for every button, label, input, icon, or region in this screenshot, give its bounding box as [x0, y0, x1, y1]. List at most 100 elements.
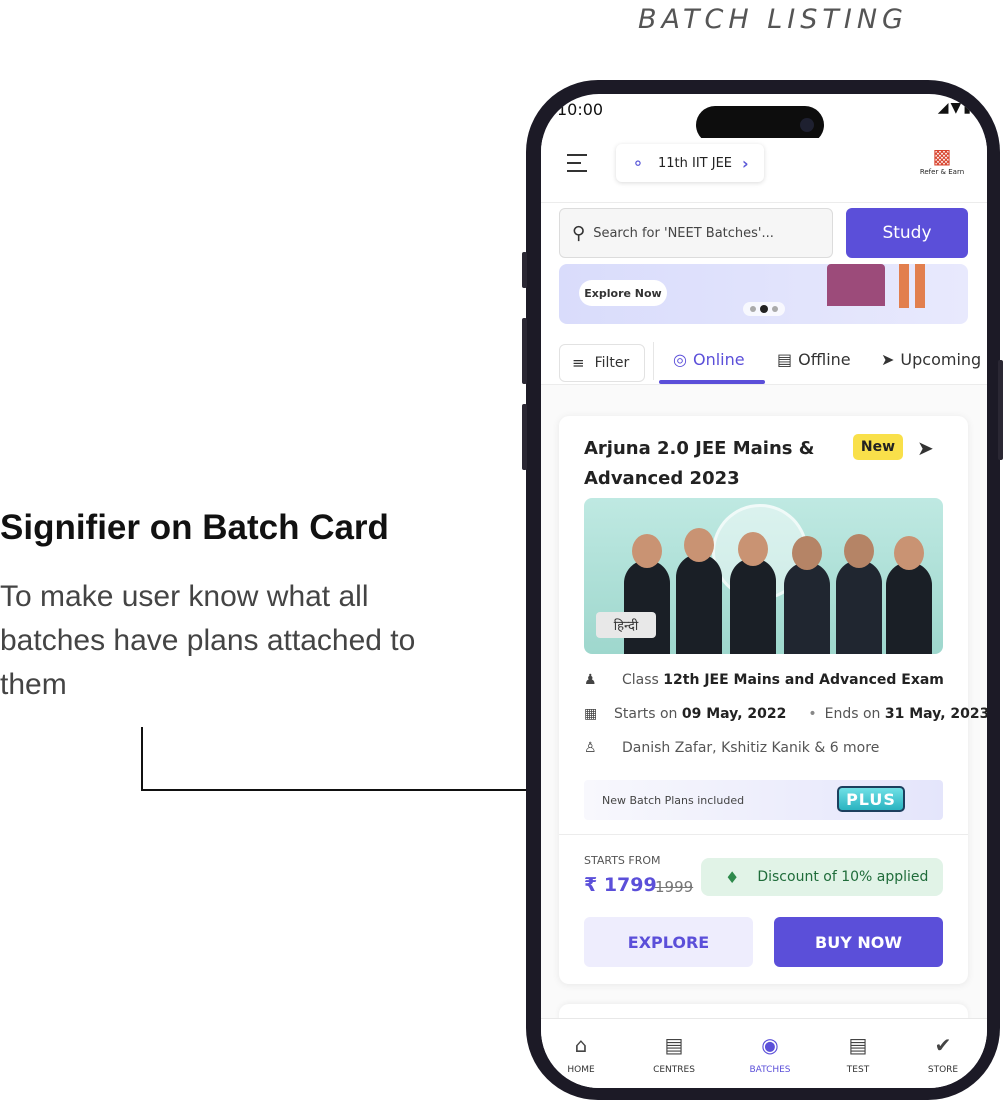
phone-volume-up: [522, 318, 527, 384]
starts-prefix: Starts on: [614, 706, 678, 722]
dates-info-row: ▦ Starts on 09 May, 2022 • Ends on 31 Ma…: [584, 706, 987, 722]
globe-icon: ◎: [673, 350, 687, 369]
teacher-figure: [886, 536, 932, 654]
tab-online[interactable]: ◎ Online: [673, 350, 745, 369]
carousel-dot-active: [760, 305, 768, 313]
banner-illustration-leg: [915, 264, 925, 308]
batch-card[interactable]: Arjuna 2.0 JEE Mains & Advanced 2023 New…: [559, 416, 987, 984]
card-divider: [559, 834, 968, 835]
ends-prefix: Ends on: [824, 706, 881, 722]
new-badge: New: [853, 434, 903, 460]
home-icon: ⌂: [574, 1033, 588, 1057]
camera-icon: [800, 118, 814, 132]
nav-store-label: STORE: [927, 1065, 959, 1075]
annotation-connector-horizontal: [141, 789, 578, 791]
plus-badge: PLUS: [837, 786, 905, 812]
teacher-figure: [784, 536, 830, 654]
explore-button[interactable]: EXPLORE: [584, 917, 753, 967]
search-placeholder: Search for 'NEET Batches'...: [593, 225, 774, 241]
nav-centres-label: CENTRES: [653, 1065, 695, 1075]
nav-centres[interactable]: ▤ CENTRES: [642, 1033, 706, 1075]
student-icon: ♟: [584, 672, 597, 688]
promo-banner[interactable]: Explore Now: [559, 264, 968, 324]
app-header: ⚬ 11th IIT JEE › ▩ Refer & Earn: [541, 138, 987, 202]
share-icon[interactable]: ➤: [917, 436, 934, 460]
batch-plans-signifier[interactable]: New Batch Plans included PLUS: [584, 780, 943, 820]
discount-tag-icon: ♦: [725, 867, 740, 887]
filter-icon: ≡: [572, 354, 585, 372]
language-tag: हिन्दी: [596, 612, 656, 638]
banner-illustration-chair: [827, 264, 885, 306]
tab-upcoming-label: Upcoming: [900, 350, 982, 369]
teacher-figure: [730, 532, 776, 654]
batches-icon: ◉: [761, 1033, 779, 1057]
refer-earn-button[interactable]: ▩ Refer & Earn: [915, 144, 969, 176]
status-time: 10:00: [557, 100, 604, 119]
course-selector-label: 11th IIT JEE: [658, 155, 733, 171]
test-icon: ▤: [848, 1033, 868, 1057]
hamburger-menu-icon[interactable]: [567, 154, 591, 178]
nav-home-label: HOME: [567, 1065, 595, 1075]
search-icon: ⚲: [572, 222, 586, 244]
tab-separator: [653, 342, 654, 380]
tab-online-label: Online: [692, 350, 745, 369]
tab-offline[interactable]: ▤ Offline: [777, 350, 851, 369]
batch-tabs: ≡ Filter ◎ Online ▤ Offline ➤ Upcoming: [541, 338, 987, 384]
page: BATCH LISTING Signifier on Batch Card To…: [0, 0, 1004, 1103]
nav-batches[interactable]: ◉ BATCHES: [738, 1033, 802, 1075]
phone-power-button: [998, 360, 1003, 460]
filter-button[interactable]: ≡ Filter: [559, 344, 645, 382]
chevron-right-icon: ›: [742, 153, 749, 173]
ends-date: 31 May, 2023: [884, 706, 987, 722]
tab-upcoming[interactable]: ➤ Upcoming: [881, 350, 981, 369]
phone-silent-switch: [522, 252, 527, 288]
annotation-title: Signifier on Batch Card: [0, 508, 389, 547]
calendar-icon: ▦: [584, 706, 598, 722]
banner-illustration-leg: [899, 264, 909, 308]
price: ₹ 1799: [584, 874, 657, 896]
nav-batches-label: BATCHES: [749, 1065, 791, 1075]
batch-thumbnail[interactable]: हिन्दी: [584, 498, 943, 654]
nav-home[interactable]: ⌂ HOME: [549, 1033, 613, 1075]
discount-banner: ♦ Discount of 10% applied: [701, 858, 943, 896]
explore-now-button[interactable]: Explore Now: [579, 280, 667, 306]
teacher-icon: ♙: [584, 740, 597, 756]
phone-volume-down: [522, 404, 527, 470]
bottom-navigation: ⌂ HOME ▤ CENTRES ◉ BATCHES ▤ TEST ✔ STOR…: [541, 1018, 987, 1088]
starts-date: 09 May, 2022: [681, 706, 787, 722]
rocket-icon: ➤: [881, 350, 895, 369]
filter-label: Filter: [594, 355, 630, 371]
nav-store[interactable]: ✔ STORE: [911, 1033, 975, 1075]
study-button[interactable]: Study: [846, 208, 968, 258]
status-bar: 10:00 ◢▼▮: [541, 94, 987, 144]
plans-text: New Batch Plans included: [602, 793, 745, 807]
teachers-info-row: ♙ Danish Zafar, Kshitiz Kanik & 6 more: [584, 740, 879, 756]
search-input[interactable]: ⚲ Search for 'NEET Batches'...: [559, 208, 833, 258]
globe-icon: ⚬: [631, 153, 645, 173]
teacher-figure: [624, 534, 670, 654]
course-selector[interactable]: ⚬ 11th IIT JEE ›: [616, 144, 764, 182]
buy-now-button[interactable]: BUY NOW: [774, 917, 943, 967]
annotation-connector-vertical: [141, 727, 143, 791]
annotation-description: To make user know what all batches have …: [0, 580, 416, 701]
phone-screen: 10:00 ◢▼▮ ⚬ 11th IIT JEE › ▩ Refer & Ear…: [541, 94, 987, 1088]
carousel-dot: [772, 306, 778, 312]
cart-icon: ✔: [934, 1033, 952, 1057]
discount-text: Discount of 10% applied: [757, 869, 929, 885]
teachers-list: Danish Zafar, Kshitiz Kanik & 6 more: [622, 740, 880, 756]
class-info-row: ♟ Class 12th JEE Mains and Advanced Exam: [584, 672, 944, 688]
section-heading: BATCH LISTING: [638, 4, 908, 35]
header-divider: [541, 202, 987, 203]
teacher-figure: [836, 534, 882, 654]
tab-offline-label: Offline: [798, 350, 851, 369]
building-icon: ▤: [664, 1033, 684, 1057]
refer-earn-label: Refer & Earn: [919, 168, 965, 176]
batch-title: Arjuna 2.0 JEE Mains & Advanced 2023: [584, 438, 815, 489]
teacher-figure: [676, 528, 722, 654]
starts-from-label: STARTS FROM: [584, 854, 661, 867]
nav-test[interactable]: ▤ TEST: [826, 1033, 890, 1075]
original-price: 1999: [655, 878, 694, 896]
carousel-dots[interactable]: [743, 302, 785, 316]
nav-test-label: TEST: [846, 1065, 870, 1075]
gift-icon: ▩: [932, 144, 952, 168]
